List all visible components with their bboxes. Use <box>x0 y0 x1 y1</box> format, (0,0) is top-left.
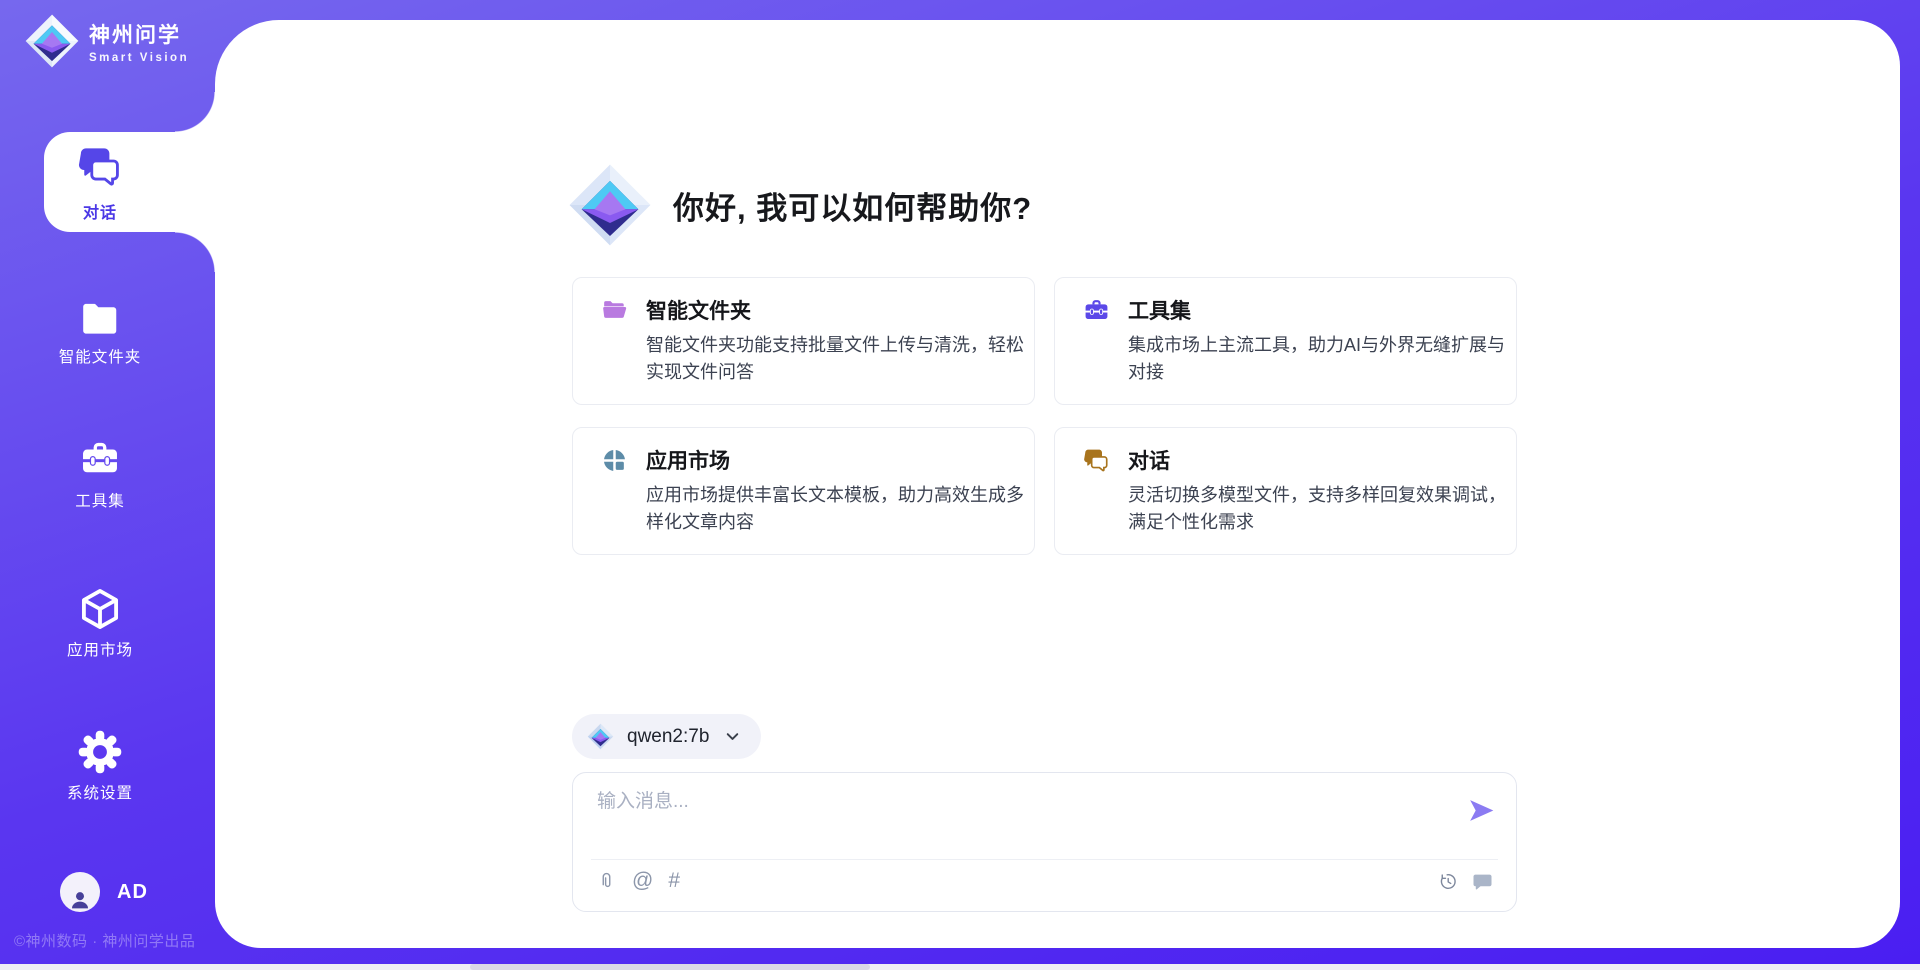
message-composer: @ # <box>572 772 1517 912</box>
gear-icon[interactable] <box>77 729 123 775</box>
hash-icon[interactable]: # <box>668 870 680 891</box>
main-content-panel: 你好, 我可以如何帮助你? 智能文件夹 智能文件夹功能支持批量文件上传与清洗，轻… <box>215 20 1900 948</box>
toolbox-icon <box>1083 297 1110 324</box>
app-logo: 神州问学 Smart Vision <box>24 13 189 69</box>
toolbox-icon[interactable] <box>79 438 121 480</box>
card-description: 智能文件夹功能支持批量文件上传与清洗，轻松实现文件问答 <box>646 332 1040 386</box>
greeting-text: 你好, 我可以如何帮助你? <box>673 183 1032 228</box>
sidebar-item-app-market-label[interactable]: 应用市场 <box>0 638 200 660</box>
greeting-header: 你好, 我可以如何帮助你? <box>567 160 1032 250</box>
card-toolset[interactable]: 工具集 集成市场上主流工具，助力AI与外界无缝扩展与对接 <box>1054 277 1517 405</box>
model-name: qwen2:7b <box>627 726 709 748</box>
brand-subtitle: Smart Vision <box>89 52 189 64</box>
card-title: 对话 <box>1128 445 1170 475</box>
paperclip-icon[interactable] <box>596 870 617 891</box>
chat-bubble-icon[interactable] <box>1471 870 1494 893</box>
avatar[interactable] <box>60 872 100 912</box>
card-smart-folder[interactable]: 智能文件夹 智能文件夹功能支持批量文件上传与清洗，轻松实现文件问答 <box>572 277 1035 405</box>
sidebar-item-settings-label[interactable]: 系统设置 <box>0 781 200 803</box>
diamond-gem-icon <box>587 723 614 750</box>
cube-icon[interactable] <box>77 586 123 632</box>
card-chat[interactable]: 对话 灵活切换多模型文件，支持多样回复效果调试，满足个性化需求 <box>1054 427 1517 555</box>
chat-bubbles-icon <box>1083 447 1110 474</box>
chevron-down-icon <box>724 728 741 745</box>
user-profile[interactable]: AD <box>60 872 148 912</box>
user-name: AD <box>117 881 148 904</box>
tab-curve-top <box>175 92 215 132</box>
sidebar-item-chat-label[interactable]: 对话 <box>0 199 200 223</box>
brand-name: 神州问学 <box>89 19 189 49</box>
chat-bubbles-icon[interactable] <box>77 144 123 190</box>
copyright-footer: ©神州数码 · 神州问学出品 <box>14 930 214 951</box>
card-title: 智能文件夹 <box>646 295 751 325</box>
sidebar-item-smart-folder-label[interactable]: 智能文件夹 <box>0 345 200 367</box>
at-icon[interactable]: @ <box>632 870 653 891</box>
diamond-gem-icon <box>24 13 80 69</box>
model-selector[interactable]: qwen2:7b <box>572 714 761 759</box>
folder-open-icon <box>601 297 628 324</box>
card-description: 灵活切换多模型文件，支持多样回复效果调试，满足个性化需求 <box>1128 482 1522 536</box>
folder-icon[interactable] <box>79 301 121 337</box>
horizontal-scrollbar[interactable] <box>0 964 1920 970</box>
feature-cards: 智能文件夹 智能文件夹功能支持批量文件上传与清洗，轻松实现文件问答 <box>572 277 1517 555</box>
card-title: 工具集 <box>1128 295 1191 325</box>
sidebar: 神州问学 Smart Vision 对话 智能文件夹 工具集 应用市 <box>0 0 215 970</box>
composer-divider <box>591 859 1498 860</box>
tab-curve-bottom <box>175 232 215 272</box>
send-icon[interactable] <box>1467 796 1496 825</box>
message-input[interactable] <box>597 786 1447 850</box>
sidebar-item-toolset-label[interactable]: 工具集 <box>0 489 200 511</box>
card-title: 应用市场 <box>646 445 730 475</box>
app-market-icon <box>601 447 628 474</box>
person-icon <box>67 886 93 912</box>
card-description: 应用市场提供丰富长文本模板，助力高效生成多样化文章内容 <box>646 482 1040 536</box>
scrollbar-thumb[interactable] <box>470 964 870 970</box>
history-icon[interactable] <box>1437 871 1458 892</box>
diamond-gem-icon <box>567 160 653 250</box>
card-description: 集成市场上主流工具，助力AI与外界无缝扩展与对接 <box>1128 332 1522 386</box>
card-app-market[interactable]: 应用市场 应用市场提供丰富长文本模板，助力高效生成多样化文章内容 <box>572 427 1035 555</box>
